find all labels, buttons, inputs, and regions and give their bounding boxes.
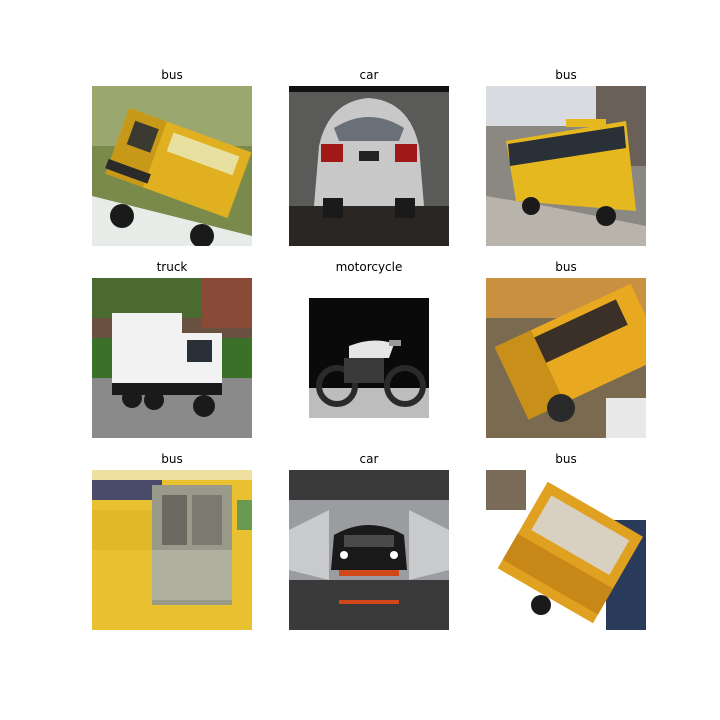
tile-label-2: car	[359, 68, 379, 82]
tile-label-7: bus	[161, 452, 183, 466]
image-car-1	[289, 86, 449, 246]
tile-label-9: bus	[555, 452, 577, 466]
tile-label-5: motorcycle	[335, 260, 403, 274]
tile-label-1: bus	[161, 68, 183, 82]
tile-label-4: truck	[156, 260, 188, 274]
image-truck	[92, 278, 252, 438]
tile-label-6: bus	[555, 260, 577, 274]
image-motorcycle	[289, 278, 449, 438]
image-bus-1	[92, 86, 252, 246]
tile-label-3: bus	[555, 68, 577, 82]
image-bus-5	[486, 470, 646, 630]
image-bus-2	[486, 86, 646, 246]
image-bus-4	[92, 470, 252, 630]
tile-label-8: car	[359, 452, 379, 466]
image-car-2	[289, 470, 449, 630]
image-bus-3	[486, 278, 646, 438]
